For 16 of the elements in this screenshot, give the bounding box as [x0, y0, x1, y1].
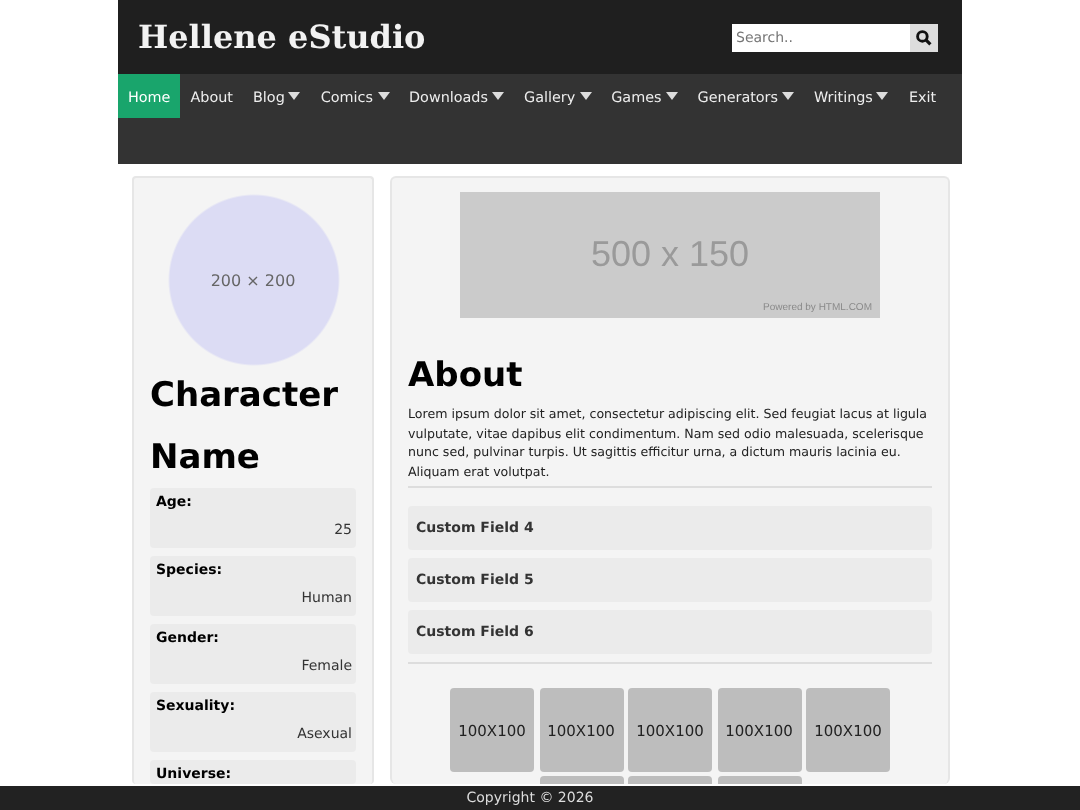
search-button[interactable] [910, 23, 938, 51]
section-heading: About [408, 354, 525, 398]
avatar-label: 200 × 200 [210, 271, 296, 289]
caret-icon [288, 92, 301, 100]
image-placeholder[interactable] [539, 776, 623, 785]
image-placeholder[interactable] [628, 776, 712, 785]
image-placeholder[interactable] [717, 776, 801, 785]
site-title[interactable]: Hellene eStudio [138, 18, 426, 56]
caret-icon [876, 92, 889, 100]
caret-icon [665, 92, 678, 100]
character-name: Character Name [150, 374, 341, 482]
caret-icon [579, 92, 592, 100]
caret-icon [782, 92, 795, 100]
search-icon [916, 29, 932, 45]
caret-icon [377, 92, 390, 100]
caret-icon [492, 92, 504, 100]
